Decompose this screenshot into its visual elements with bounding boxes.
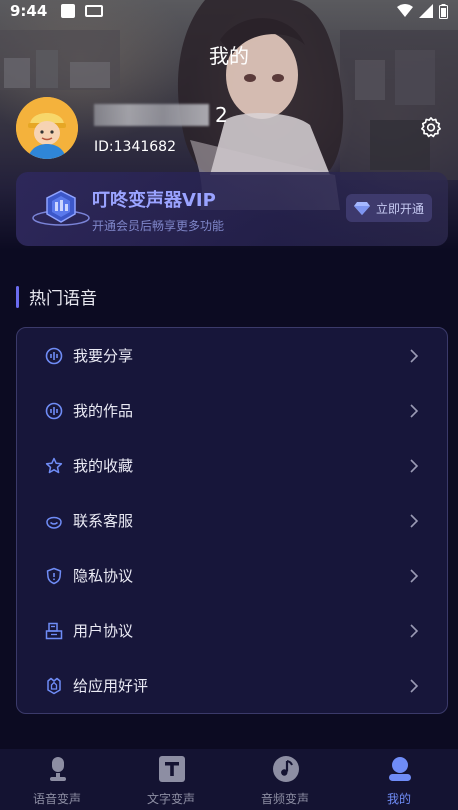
user-id: ID:1341682: [94, 139, 176, 155]
diamond-icon: [353, 201, 370, 215]
menu-item-support[interactable]: 联系客服: [17, 493, 447, 548]
menu-item-privacy[interactable]: 隐私协议: [17, 548, 447, 603]
username-redacted: [94, 104, 209, 126]
vip-title: 叮咚变声器VIP: [92, 190, 216, 211]
tab-voice-change[interactable]: 语音变声: [0, 749, 114, 810]
chevron-right-icon: [410, 513, 419, 528]
menu-item-works[interactable]: 我的作品: [17, 383, 447, 438]
tab-label: 文字变声: [146, 792, 195, 806]
menu-label: 联系客服: [73, 512, 134, 530]
menu-list: 我要分享 我的作品 我的收藏 联系客服 隐私协议 用户协议 给应用好评: [16, 327, 448, 714]
status-time: 9:44: [10, 2, 48, 20]
headset-icon: [46, 516, 62, 529]
tab-text-change[interactable]: 文字变声: [114, 749, 228, 810]
menu-item-favorites[interactable]: 我的收藏: [17, 438, 447, 493]
open-vip-button[interactable]: 立即开通: [345, 194, 432, 222]
menu-label: 隐私协议: [73, 567, 134, 585]
section-header: 热门语音: [16, 284, 97, 309]
menu-label: 我要分享: [73, 347, 134, 365]
page-title: 我的: [209, 44, 249, 68]
chevron-right-icon: [410, 568, 419, 583]
chevron-right-icon: [410, 458, 419, 473]
username: 2: [94, 103, 228, 127]
status-bar: 9:44: [0, 0, 458, 22]
menu-label: 我的作品: [73, 402, 134, 420]
chevron-right-icon: [410, 623, 419, 638]
music-disc-icon: [273, 756, 299, 782]
battery-icon: [439, 3, 448, 19]
menu-label: 给应用好评: [73, 677, 149, 695]
vip-subtitle: 开通会员后畅享更多功能: [92, 219, 225, 233]
wifi-icon: [397, 4, 413, 17]
keyboard-icon: [85, 5, 104, 17]
menu-label: 我的收藏: [73, 457, 134, 475]
tab-label: 我的: [386, 792, 411, 806]
menu-item-rate-app[interactable]: 给应用好评: [17, 658, 447, 713]
tab-label: 语音变声: [32, 792, 81, 806]
notification-icon: [61, 4, 76, 18]
works-wave-icon: [45, 402, 63, 419]
signal-icon: [419, 4, 433, 18]
tab-audio-change[interactable]: 音频变声: [228, 749, 342, 810]
document-icon: [45, 622, 63, 639]
chevron-right-icon: [410, 403, 419, 418]
bottom-tab-bar: 语音变声 文字变声 音频变声 我的: [0, 749, 458, 810]
avatar[interactable]: [16, 97, 78, 159]
section-indicator: [16, 285, 19, 308]
section-title: 热门语音: [29, 289, 97, 309]
chevron-right-icon: [410, 678, 419, 693]
text-t-icon: [159, 756, 185, 782]
tab-label: 音频变声: [260, 792, 309, 806]
gear-icon[interactable]: [420, 116, 442, 138]
share-wave-icon: [45, 347, 63, 364]
user-icon: [389, 757, 411, 781]
tab-mine[interactable]: 我的: [342, 749, 456, 810]
star-icon: [45, 457, 63, 473]
avatar-illustration: [16, 97, 78, 159]
menu-label: 用户协议: [73, 622, 134, 640]
vip-banner[interactable]: 叮咚变声器VIP 开通会员后畅享更多功能 立即开通: [16, 172, 448, 246]
vip-crest-icon: [32, 190, 90, 226]
menu-item-share[interactable]: 我要分享: [17, 328, 447, 383]
chevron-right-icon: [410, 348, 419, 363]
open-vip-label: 立即开通: [375, 201, 424, 216]
thumb-up-icon: [47, 677, 61, 694]
microphone-icon: [50, 757, 66, 781]
username-suffix: 2: [215, 103, 228, 127]
menu-item-user-agreement[interactable]: 用户协议: [17, 603, 447, 658]
shield-icon: [46, 567, 62, 584]
